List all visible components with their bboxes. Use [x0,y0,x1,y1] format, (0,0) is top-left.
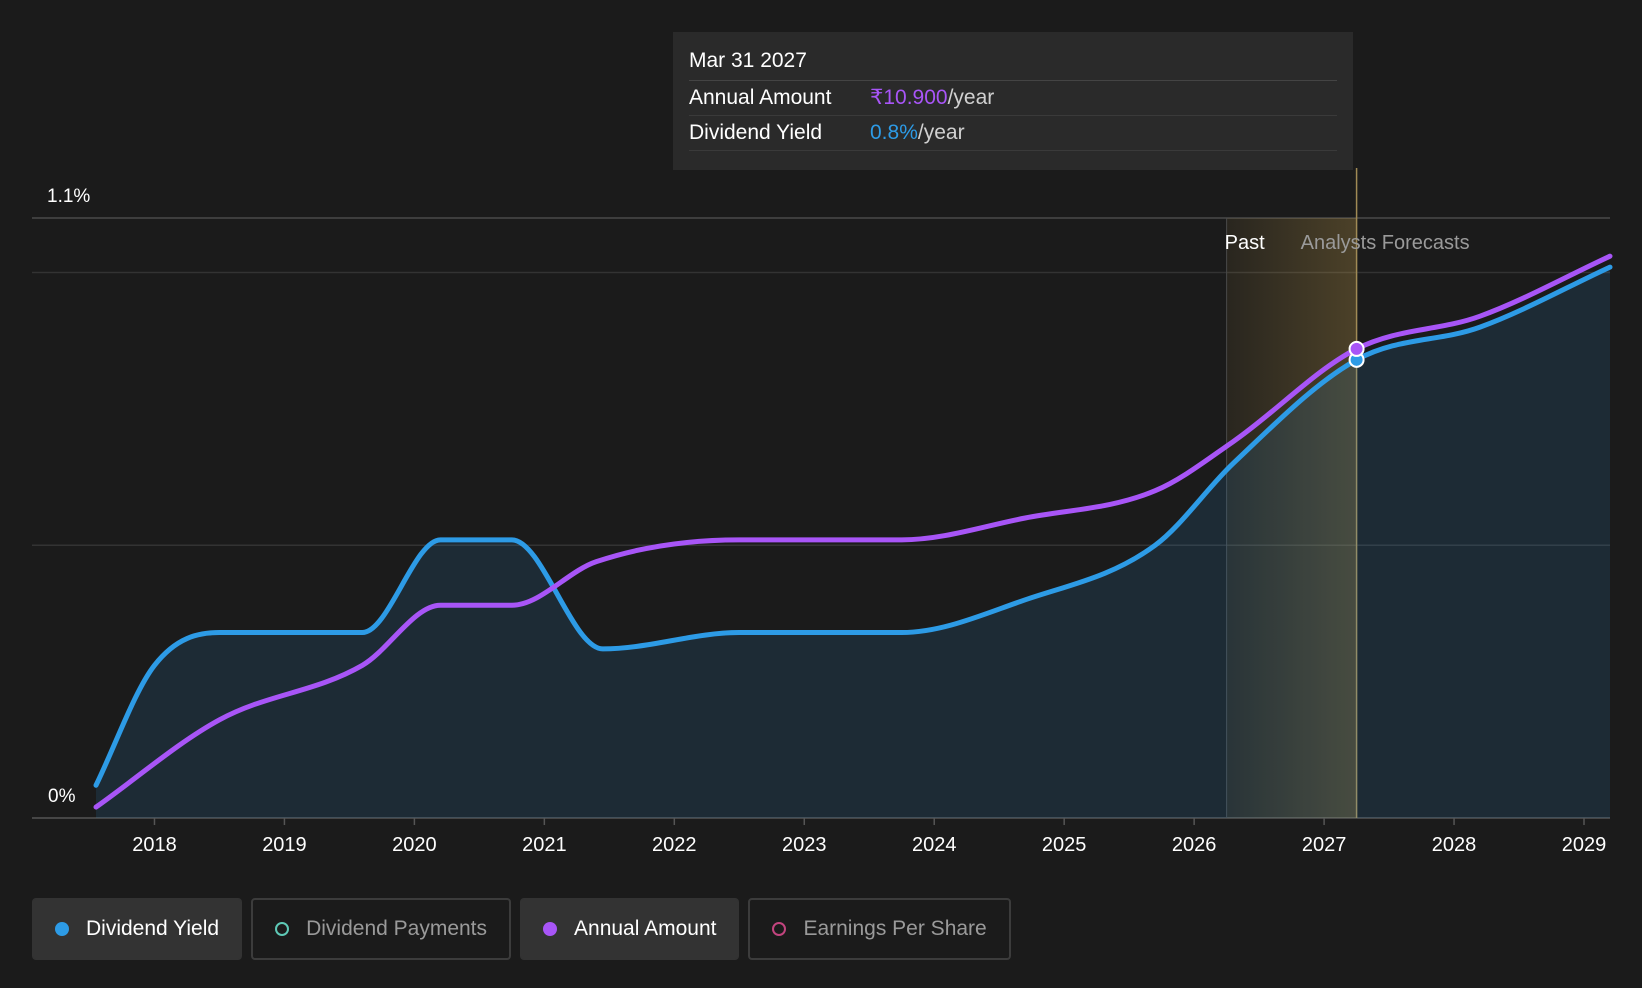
x-tick-label: 2018 [132,834,177,856]
tooltip-date: Mar 31 2027 [689,46,1337,81]
x-tick-label: 2029 [1562,834,1607,856]
past-label: Past [1225,232,1265,254]
tooltip: Mar 31 2027 Annual Amount ₹10.900 /year … [673,32,1353,170]
x-tick-label: 2027 [1302,834,1347,856]
tooltip-unit: /year [947,86,995,109]
legend-marker-icon [543,922,558,936]
tooltip-row-dividend-yield: Dividend Yield 0.8% /year [689,116,1337,151]
x-tick-label: 2024 [912,834,957,856]
tooltip-value: ₹10.900 [870,86,948,109]
legend-marker-icon [275,922,290,936]
legend-item-dividend-yield[interactable]: Dividend Yield [32,898,243,960]
x-tick-label: 2020 [392,834,437,856]
legend-label: Dividend Payments [306,917,488,940]
legend-label: Annual Amount [574,917,717,940]
x-tick-label: 2021 [522,834,567,856]
legend: Dividend Yield Dividend Payments Annual … [32,898,1011,960]
x-tick-label: 2023 [782,834,827,856]
tooltip-label: Annual Amount [689,86,832,109]
tooltip-label: Dividend Yield [689,121,823,144]
legend-marker-icon [772,922,787,936]
legend-marker-icon [55,922,69,936]
x-tick-label: 2026 [1172,834,1217,856]
x-tick-label: 2028 [1432,834,1477,856]
x-tick-label: 2022 [652,834,697,856]
tooltip-value: 0.8% [870,121,918,144]
legend-item-dividend-payments[interactable]: Dividend Payments [251,898,512,960]
tooltip-unit: /year [917,121,965,144]
y-tick-label: 0% [48,786,76,807]
cursor-marker-annual-amount [1348,340,1365,357]
legend-label: Dividend Yield [86,917,220,940]
tooltip-row-annual-amount: Annual Amount ₹10.900 /year [689,81,1337,116]
y-tick-label: 1.1% [47,186,90,207]
forecast-label: Analysts Forecasts [1301,232,1470,254]
x-tick-label: 2019 [262,834,307,856]
legend-label: Earnings Per Share [803,917,987,940]
legend-item-annual-amount[interactable]: Annual Amount [520,898,740,960]
x-tick-label: 2025 [1042,834,1087,856]
legend-item-earnings-per-share[interactable]: Earnings Per Share [748,898,1011,960]
